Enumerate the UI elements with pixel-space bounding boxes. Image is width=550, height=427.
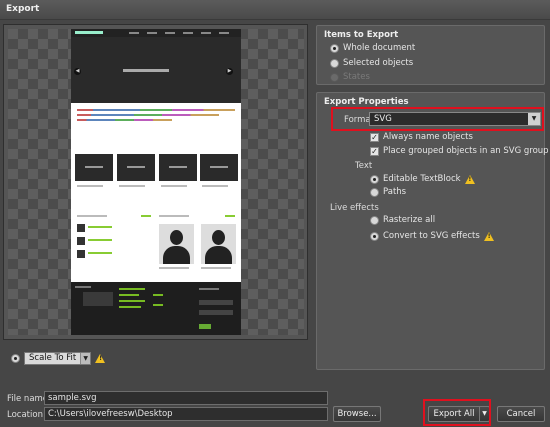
option-selected-objects[interactable]: Selected objects [330, 58, 413, 68]
scale-radio[interactable] [11, 353, 20, 363]
warning-icon [95, 353, 106, 363]
warning-icon [464, 174, 475, 184]
rasterize-all-radio[interactable] [370, 215, 379, 225]
option-paths[interactable]: Paths [370, 187, 406, 197]
convert-svg-effects-label: Convert to SVG effects [383, 231, 480, 241]
convert-svg-effects-radio[interactable] [370, 231, 379, 241]
selected-objects-radio[interactable] [330, 58, 339, 68]
states-radio [330, 72, 339, 82]
always-name-objects-label: Always name objects [383, 132, 473, 142]
window-title: Export [0, 0, 550, 20]
option-whole-document[interactable]: Whole document [330, 43, 415, 53]
file-name-label: File name [7, 394, 49, 404]
selected-objects-label: Selected objects [343, 58, 414, 68]
text-section-label: Text [355, 161, 373, 171]
preview-page-thumbnail: ◀ ▶ [71, 29, 241, 335]
checkbox-grouped-objects[interactable]: ✓ Place grouped objects in an SVG group [370, 146, 549, 156]
location-label: Location [7, 410, 43, 420]
properties-panel-title: Export Properties [324, 97, 409, 107]
option-states: States [330, 72, 370, 82]
browse-button[interactable]: Browse... [333, 406, 381, 422]
option-editable-textblock[interactable]: Editable TextBlock [370, 174, 475, 184]
file-name-input[interactable]: sample.svg [44, 391, 328, 405]
editable-textblock-label: Editable TextBlock [383, 174, 461, 184]
paths-radio[interactable] [370, 187, 379, 197]
rasterize-all-label: Rasterize all [383, 215, 436, 225]
thumb-footer [71, 282, 241, 335]
states-label: States [343, 72, 370, 82]
thumb-text [77, 109, 235, 124]
grouped-objects-label: Place grouped objects in an SVG group [383, 146, 549, 156]
checkbox-always-name-objects[interactable]: ✓ Always name objects [370, 132, 473, 142]
paths-label: Paths [383, 187, 407, 197]
option-rasterize-all[interactable]: Rasterize all [370, 215, 435, 225]
editable-textblock-radio[interactable] [370, 174, 379, 184]
check-icon[interactable]: ✓ [370, 146, 379, 156]
live-effects-label: Live effects [330, 203, 379, 213]
format-highlight-box [331, 107, 544, 131]
whole-document-label: Whole document [343, 43, 416, 53]
check-icon[interactable]: ✓ [370, 132, 379, 142]
scale-row: Scale To Fit ▼ [11, 351, 106, 365]
chevron-down-icon: ▼ [80, 352, 91, 364]
whole-document-radio[interactable] [330, 43, 339, 53]
items-panel-title: Items to Export [324, 30, 399, 40]
location-input[interactable]: C:\Users\ilovefreesw\Desktop [44, 407, 328, 421]
thumb-hero: ◀ ▶ [71, 37, 241, 103]
warning-icon [483, 231, 494, 241]
option-convert-svg-effects[interactable]: Convert to SVG effects [370, 231, 494, 241]
preview-canvas: ◀ ▶ [8, 29, 304, 335]
cancel-button[interactable]: Cancel [497, 406, 545, 422]
scale-dropdown[interactable]: Scale To Fit ▼ [24, 351, 92, 365]
thumb-nav [71, 29, 241, 37]
scale-dropdown-value: Scale To Fit [29, 353, 77, 363]
export-all-highlight-box [423, 399, 491, 426]
export-preview: ◀ ▶ [3, 24, 308, 340]
